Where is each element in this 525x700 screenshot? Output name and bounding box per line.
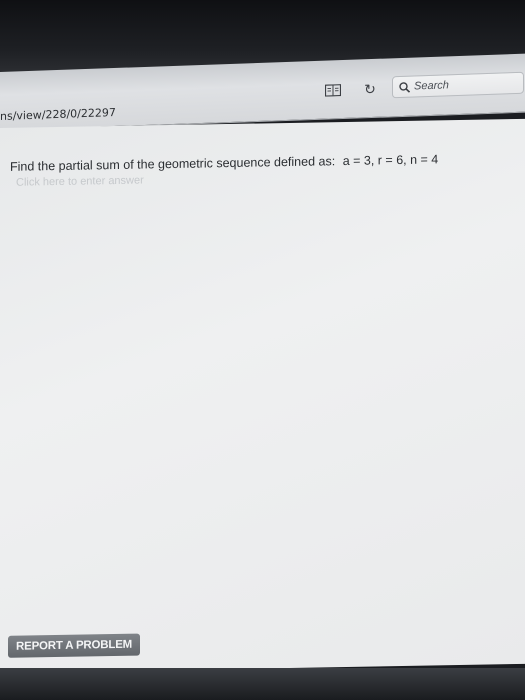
address-bar-url[interactable]: ns/view/228/0/22297	[0, 106, 116, 123]
question-prompt: Find the partial sum of the geometric se…	[10, 154, 336, 174]
search-placeholder: Search	[414, 79, 449, 93]
search-input[interactable]: Search	[392, 71, 524, 99]
screen-bezel-bottom	[0, 668, 525, 700]
reader-icon[interactable]	[325, 84, 341, 97]
question-equation: a = 3, r = 6, n = 4	[342, 152, 439, 169]
search-icon	[399, 81, 410, 93]
report-problem-button[interactable]: REPORT A PROBLEM	[8, 633, 141, 658]
page-content: Find the partial sum of the geometric se…	[0, 118, 525, 674]
reload-icon[interactable]: ↻	[362, 81, 378, 98]
question-text: Find the partial sum of the geometric se…	[10, 152, 438, 173]
enter-answer-link[interactable]: Click here to enter answer	[16, 174, 144, 188]
